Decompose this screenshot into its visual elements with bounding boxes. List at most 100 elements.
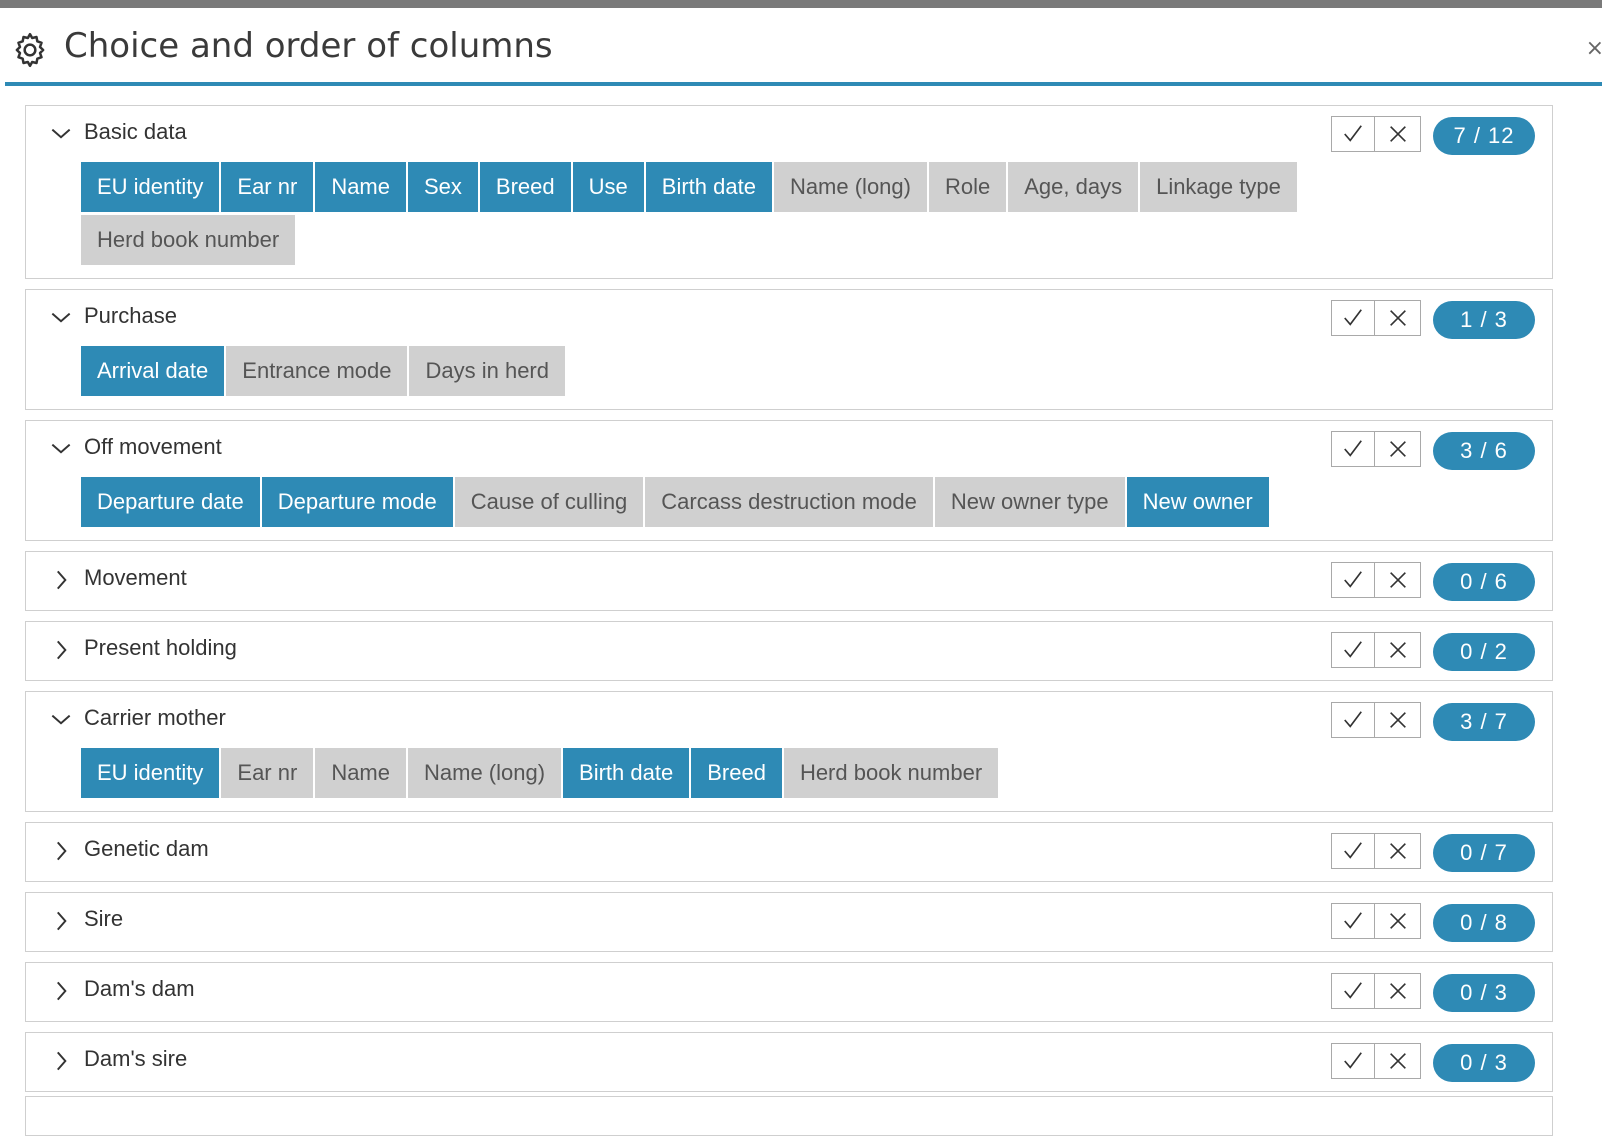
close-icon [1389,1053,1406,1069]
column-chips: EU identity Ear nr Name Name (long) Birth da… [26,748,1341,811]
chevron-right-icon[interactable] [48,978,74,1004]
column-chip-selected[interactable]: Breed [479,162,571,212]
chevron-down-icon[interactable] [48,121,74,147]
group-header[interactable]: Dam's dam 0 / 3 [26,963,1552,1021]
check-icon [1344,711,1362,728]
check-icon [1344,125,1362,142]
column-chip[interactable]: Age, days [1008,162,1139,212]
column-chip[interactable]: Herd book number [783,748,999,798]
chevron-down-icon[interactable] [48,305,74,331]
chevron-down-icon[interactable] [48,707,74,733]
chevron-down-icon[interactable] [48,436,74,462]
select-all-button[interactable] [1331,973,1375,1009]
group-header[interactable]: Movement 0 / 6 [26,552,1552,610]
group-title[interactable]: Purchase [84,303,177,329]
select-all-button[interactable] [1331,562,1375,598]
deselect-all-button[interactable] [1375,903,1421,939]
column-chip[interactable]: Linkage type [1140,162,1297,212]
group-title[interactable]: Sire [84,906,123,932]
group-title[interactable]: Movement [84,565,187,591]
column-chip[interactable]: Days in herd [409,346,565,396]
selected-count-badge: 0 / 6 [1433,563,1535,601]
select-all-button[interactable] [1331,300,1375,336]
column-chip-selected[interactable]: Departure date [81,477,260,527]
deselect-all-button[interactable] [1375,973,1421,1009]
select-all-button[interactable] [1331,431,1375,467]
column-group: Dam's sire 0 / 3 [25,1032,1553,1092]
column-chip-selected[interactable]: EU identity [81,748,220,798]
check-icon [1344,842,1362,859]
close-icon [1389,572,1406,588]
close-icon [1389,913,1406,929]
deselect-all-button[interactable] [1375,431,1421,467]
deselect-all-button[interactable] [1375,702,1421,738]
group-title[interactable]: Present holding [84,635,237,661]
group-title[interactable]: Basic data [84,119,187,145]
column-chip[interactable]: Ear nr [221,748,314,798]
column-chip-selected[interactable]: Birth date [563,748,690,798]
select-all-button[interactable] [1331,632,1375,668]
deselect-all-button[interactable] [1375,562,1421,598]
select-all-button[interactable] [1331,702,1375,738]
column-chip[interactable]: Name (long) [773,162,927,212]
group-header[interactable]: Genetic dam 0 / 7 [26,823,1552,881]
group-header[interactable]: Carrier mother 3 / 7 [26,692,1552,750]
group-header[interactable]: Present holding 0 / 2 [26,622,1552,680]
check-icon [1344,1052,1362,1069]
column-chip-selected[interactable]: Birth date [645,162,772,212]
column-chip-selected[interactable]: Ear nr [221,162,314,212]
select-all-button[interactable] [1331,833,1375,869]
select-all-button[interactable] [1331,903,1375,939]
group-title[interactable]: Dam's sire [84,1046,187,1072]
column-group: Dam's dam 0 / 3 [25,962,1553,1022]
column-chip[interactable]: Role [928,162,1007,212]
column-group: Sire 0 / 8 [25,892,1553,952]
chevron-right-icon[interactable] [48,567,74,593]
deselect-all-button[interactable] [1375,116,1421,152]
deselect-all-button[interactable] [1375,300,1421,336]
select-buttons [1331,116,1421,152]
chevron-right-icon[interactable] [48,1048,74,1074]
group-header[interactable]: Dam's sire 0 / 3 [26,1033,1552,1091]
column-chip[interactable]: Name (long) [408,748,562,798]
column-chip-selected[interactable]: New owner [1126,477,1269,527]
select-buttons [1331,632,1421,668]
column-chip-selected[interactable]: Arrival date [81,346,225,396]
column-chip-selected[interactable]: EU identity [81,162,220,212]
column-chips: Departure date Departure mode Cause of cul… [26,477,1341,540]
group-header[interactable]: Purchase 1 / 3 [26,290,1552,348]
column-chip[interactable]: Cause of culling [454,477,644,527]
select-buttons [1331,903,1421,939]
column-chip-selected[interactable]: Departure mode [261,477,453,527]
column-chip[interactable]: New owner type [934,477,1125,527]
deselect-all-button[interactable] [1375,1043,1421,1079]
chevron-right-icon[interactable] [48,637,74,663]
column-chip[interactable]: Entrance mode [226,346,408,396]
group-title[interactable]: Carrier mother [84,705,226,731]
column-group-list: Basic data 7 / 12 EU identity Ear nr Name Sex… [25,105,1553,1102]
select-all-button[interactable] [1331,1043,1375,1079]
group-title[interactable]: Off movement [84,434,222,460]
column-chip-selected[interactable]: Name [315,162,406,212]
deselect-all-button[interactable] [1375,632,1421,668]
column-chips: Arrival date Entrance mode Days in herd [26,346,1341,409]
group-header[interactable]: Off movement 3 / 6 [26,421,1552,479]
group-title[interactable]: Dam's dam [84,976,195,1002]
group-title[interactable]: Genetic dam [84,836,209,862]
deselect-all-button[interactable] [1375,833,1421,869]
selected-count-badge: 0 / 3 [1433,1044,1535,1082]
column-chip[interactable]: Herd book number [81,215,296,265]
selected-count-badge: 0 / 3 [1433,974,1535,1012]
column-chip-selected[interactable]: Use [572,162,644,212]
column-chip[interactable]: Name [315,748,406,798]
column-chip-selected[interactable]: Breed [691,748,782,798]
chevron-right-icon[interactable] [48,838,74,864]
chevron-right-icon[interactable] [48,908,74,934]
close-icon[interactable]: × [1586,38,1602,60]
group-header[interactable]: Basic data 7 / 12 [26,106,1552,164]
column-group: Basic data 7 / 12 EU identity Ear nr Name Sex… [25,105,1553,279]
column-chip[interactable]: Carcass destruction mode [645,477,933,527]
select-all-button[interactable] [1331,116,1375,152]
group-header[interactable]: Sire 0 / 8 [26,893,1552,951]
column-chip-selected[interactable]: Sex [408,162,478,212]
